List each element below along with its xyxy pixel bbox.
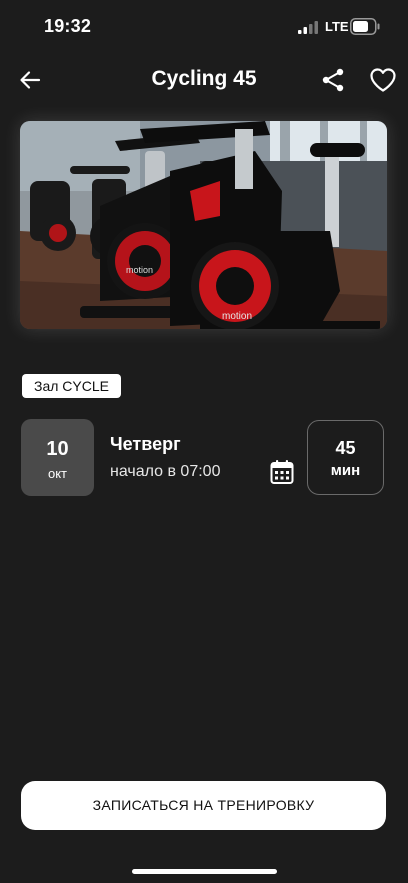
calendar-icon[interactable] [270,459,294,485]
heart-icon[interactable] [369,67,397,93]
weekday-label: Четверг [110,434,181,454]
date-box: 10 окт [21,419,94,496]
signup-button[interactable]: ЗАПИСАТЬСЯ НА ТРЕНИРОВКУ [21,781,386,830]
date-day: 10 [46,438,69,460]
home-indicator [132,869,277,874]
start-time-label: начало в 07:00 [110,463,221,480]
class-photo: motion motion [20,121,387,329]
date-month: окт [47,466,68,481]
hall-badge: Зал CYCLE [22,374,121,398]
signal-icon [298,21,318,34]
duration-unit: мин [330,462,361,479]
duration-box: 45 мин [307,420,384,495]
network-label: LTE [325,19,349,34]
status-time: 19:32 [44,16,92,36]
battery-icon [350,18,380,35]
page-title: Cycling 45 [151,67,257,90]
status-bar: 19:32 LTE [0,0,408,52]
duration-value: 45 [335,438,356,458]
bike-brand-text-front: motion [222,311,252,322]
share-icon[interactable] [320,67,346,93]
bike-brand-text: motion [126,265,153,275]
header: Cycling 45 [0,58,408,102]
